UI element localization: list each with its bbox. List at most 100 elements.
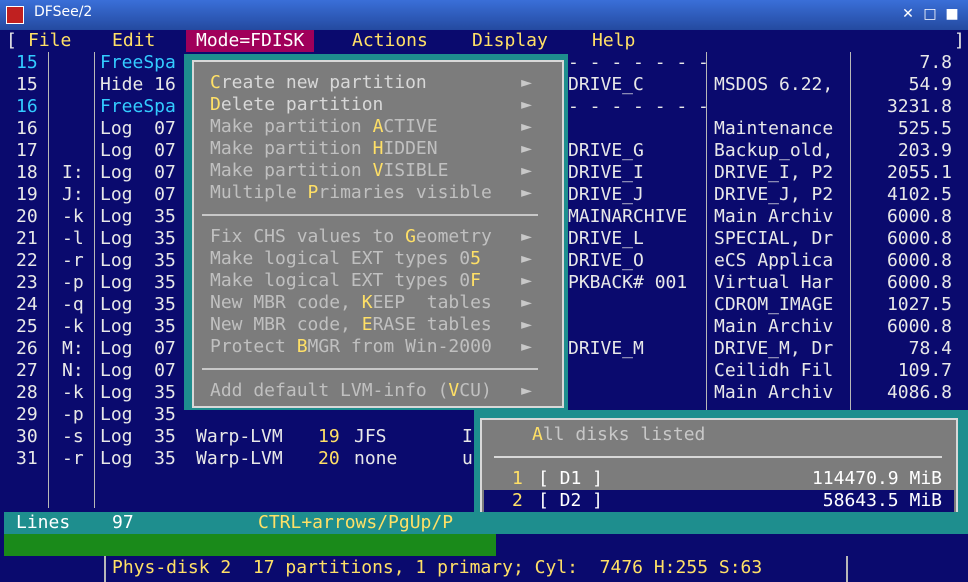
disk-list-item[interactable]: 2 [ D2 ] 58643.5 MiB (484, 490, 954, 512)
disk-name: [ D2 ] (538, 490, 604, 511)
partition-id: 16 (16, 118, 38, 139)
mode-dropdown-menu: Create new partition ► Delete partition ► Ma… (184, 54, 568, 410)
disk-list-header-text: ll disks listed (542, 424, 706, 445)
menu-item-hotkey: V (448, 380, 460, 401)
menu-item-hotkey: 5 (470, 248, 481, 269)
dropdown-item[interactable]: Delete partition ► (210, 94, 546, 116)
volume-label: DRIVE_L (568, 228, 644, 249)
menubar-bracket-left: [ (6, 30, 17, 51)
dropdown-item[interactable]: Add default LVM-info (VCU) ► (210, 380, 546, 402)
dropdown-item[interactable]: Make logical EXT types 0F ► (210, 270, 546, 292)
menu-item-label: Fix CHS values to (210, 226, 406, 247)
filesystem-name: none (354, 448, 398, 469)
disk-list-separator (494, 456, 942, 458)
partition-size: 78.4 (908, 338, 952, 359)
partition-description: DRIVE_I, P2 (714, 162, 834, 183)
disk-number: 1 (512, 468, 523, 489)
close-icon[interactable]: ✕ (900, 6, 916, 22)
dropdown-item[interactable]: New MBR code, KEEP tables ► (210, 292, 546, 314)
filesystem-name: JFS (354, 426, 387, 447)
disk-status-bar: Phys-disk 2 17 partitions, 1 primary; Cy… (0, 556, 968, 582)
dropdown-item[interactable]: Make partition VISIBLE ► (210, 160, 546, 182)
menu-edit[interactable]: Edit (112, 30, 155, 52)
menu-item-hotkey: C (210, 72, 221, 93)
dropdown-item[interactable]: Make logical EXT types 05 ► (210, 248, 546, 270)
dropdown-item[interactable]: Multiple Primaries visible ► (210, 182, 546, 204)
partition-description: Main Archiv (714, 316, 834, 337)
menu-item-label: Protect (210, 336, 297, 357)
dropdown-item[interactable]: New MBR code, ERASE tables ► (210, 314, 546, 336)
drive-letter: -k (62, 316, 84, 337)
disk-name: [ D1 ] (538, 468, 604, 489)
partition-size: 54.9 (908, 74, 952, 95)
partition-id: 27 (16, 360, 38, 381)
partition-description: Maintenance (714, 118, 834, 139)
keyboard-hint: CTRL+arrows/PgUp/P (258, 512, 454, 533)
dropdown-panel: Create new partition ► Delete partition ► Ma… (192, 60, 564, 408)
volume-label: DRIVE_C (568, 74, 644, 95)
filesystem-type: Warp-LVM (196, 448, 283, 469)
menu-item-hotkey: E (361, 314, 373, 335)
partition-size: 109.7 (897, 360, 952, 381)
partition-size: 4102.5 (886, 184, 952, 205)
partition-id: 15 (16, 74, 38, 95)
dropdown-item[interactable]: Make partition HIDDEN ► (210, 138, 546, 160)
restore-icon[interactable]: □ (922, 6, 938, 22)
drive-letter: M: (62, 338, 84, 359)
dropdown-item[interactable]: Make partition ACTIVE ► (210, 116, 546, 138)
partition-size: 4086.8 (886, 382, 952, 403)
volume-number: 20 (318, 448, 340, 469)
menu-item-hotkey: B (296, 336, 308, 357)
partition-id: 26 (16, 338, 38, 359)
partition-type: Log 35 (100, 250, 176, 271)
partition-size: 525.5 (897, 118, 952, 139)
partition-type: FreeSpa (100, 52, 176, 73)
dropdown-item[interactable]: Fix CHS values to Geometry ► (210, 226, 546, 248)
submenu-arrow-icon: ► (521, 226, 532, 247)
maximize-icon[interactable]: ■ (944, 6, 960, 22)
partition-id: 19 (16, 184, 38, 205)
dropdown-item[interactable]: Protect BMGR from Win-2000 ► (210, 336, 546, 358)
column-divider (48, 52, 49, 508)
drive-letter: -q (62, 294, 84, 315)
menu-item-label: ISIBLE (383, 160, 449, 181)
partition-description: CDROM_IMAGE (714, 294, 834, 315)
status-divider (104, 556, 106, 582)
window-title: DFSee/2 (34, 4, 93, 20)
menu-item-hotkey: H (372, 138, 384, 159)
menu-item-label: RASE tables (372, 314, 492, 335)
partition-id: 30 (16, 426, 38, 447)
menu-item-hotkey: K (361, 292, 373, 313)
partition-type: Hide 16 (100, 74, 176, 95)
partition-size: 6000.8 (886, 272, 952, 293)
app-icon[interactable] (6, 6, 24, 24)
menu-item-label: Multiple (210, 182, 308, 203)
partition-id: 16 (16, 96, 38, 117)
partition-type: Log 35 (100, 272, 176, 293)
partition-description: Ceilidh Fil (714, 360, 834, 381)
drive-letter: -k (62, 382, 84, 403)
menu-help[interactable]: Help (592, 30, 635, 52)
volume-label: - - - - - - - (568, 52, 709, 73)
menu-item-hotkey: D (210, 94, 221, 115)
disk-status-text: Phys-disk 2 17 partitions, 1 primary; Cy… (112, 557, 763, 578)
drive-letter: -k (62, 206, 84, 227)
filesystem-type: Warp-LVM (196, 426, 283, 447)
partition-description: Backup_old, (714, 140, 834, 161)
menu-item-label: EEP tables (372, 292, 492, 313)
menu-display[interactable]: Display (472, 30, 548, 52)
menu-actions[interactable]: Actions (352, 30, 428, 52)
submenu-arrow-icon: ► (521, 116, 532, 137)
submenu-arrow-icon: ► (521, 160, 532, 181)
partition-type: Log 07 (100, 140, 176, 161)
menu-file[interactable]: File (28, 30, 71, 52)
partition-description: Main Archiv (714, 206, 834, 227)
lines-value: 97 (112, 512, 134, 533)
partition-type: Log 35 (100, 404, 176, 425)
disk-list-item[interactable]: 1 [ D1 ] 114470.9 MiB (484, 468, 954, 490)
menu-mode[interactable]: Mode=FDISK (186, 30, 315, 52)
partition-type: Log 35 (100, 228, 176, 249)
partition-id: 23 (16, 272, 38, 293)
dropdown-item[interactable]: Create new partition ► (210, 72, 546, 94)
partition-size: 6000.8 (886, 316, 952, 337)
